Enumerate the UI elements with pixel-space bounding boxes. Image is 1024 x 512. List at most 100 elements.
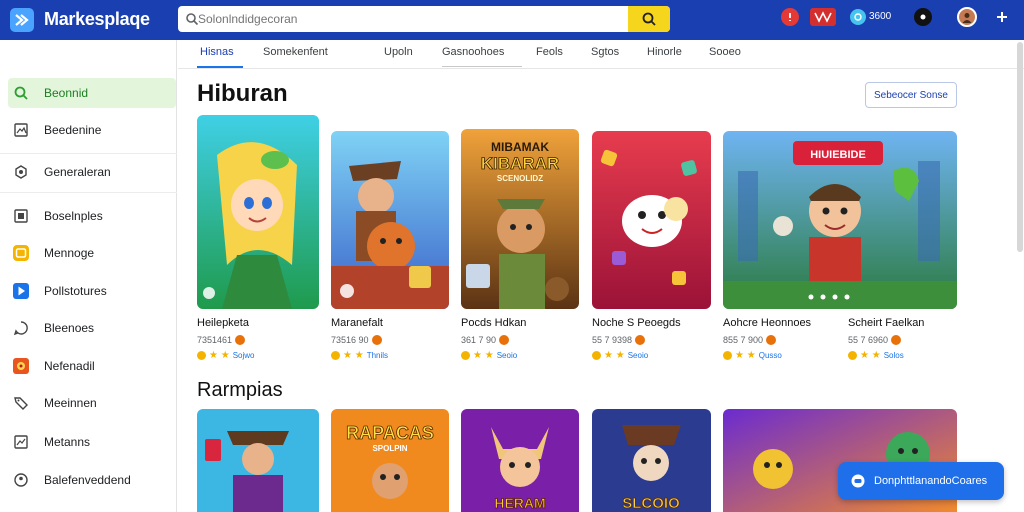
star-icon: ★ ★: [735, 350, 756, 361]
card-meta-text: 55 7 9398: [592, 335, 633, 345]
card-rating: ★ ★ Solos: [848, 350, 904, 361]
sidebar-item-label: Balefenveddend: [44, 473, 131, 487]
sidebar-item-pollstotures[interactable]: Pollstotures: [8, 276, 176, 306]
star-icon: ★ ★: [209, 350, 230, 361]
badge-icon: [371, 335, 382, 345]
coin-icon: [592, 351, 601, 360]
coin-icon: [723, 351, 732, 360]
sidebar-item-metanns[interactable]: Metanns: [8, 427, 176, 457]
sidebar-item-label: Beedenine: [44, 123, 102, 137]
more-icon[interactable]: [995, 8, 1009, 26]
coin-icon: [331, 351, 340, 360]
brand-badge-icon[interactable]: [810, 8, 836, 26]
card-title[interactable]: Aohcre Heonnoes: [723, 317, 811, 329]
search-input[interactable]: [198, 6, 598, 32]
sidebar-item-meeinnen[interactable]: Meeinnen: [8, 388, 176, 418]
controller-icon: [851, 474, 865, 488]
tab-hisnas[interactable]: Hisnas: [200, 46, 234, 58]
game-card-image[interactable]: HERAM: [461, 409, 579, 512]
rating-label: Qusso: [758, 351, 782, 360]
sidebar-item-mennoge[interactable]: Mennoge: [8, 238, 176, 268]
tab-gasnoohoes[interactable]: Gasnoohoes: [442, 46, 504, 58]
rating-label: Seoio: [627, 351, 649, 360]
see-all-button[interactable]: Sebeocer Sonse: [865, 82, 957, 108]
card-rating: ★ ★ Thnils: [331, 350, 388, 361]
card-title[interactable]: Noche S Peoegds: [592, 317, 681, 329]
game-card-image[interactable]: SLCOIO: [592, 409, 711, 512]
tab-sooeo[interactable]: Sooeo: [709, 46, 741, 58]
section-title-rarmpias: Rarmpias: [197, 379, 283, 401]
card-meta-text: 361 7 90: [461, 335, 497, 345]
card-meta-text: 55 7 6960: [848, 335, 889, 345]
card-rating: ★ ★ Qusso: [723, 350, 782, 361]
rating-label: Seoio: [496, 351, 518, 360]
sidebar-item-boselnples[interactable]: Boselnples: [8, 201, 176, 231]
card-meta: 361 7 90: [461, 335, 510, 345]
card-meta: 55 7 9398: [592, 335, 646, 345]
search-icon: [12, 84, 30, 102]
notification-icon[interactable]: [781, 8, 799, 26]
sidebar-item-nefenadil[interactable]: Nefenadil: [8, 351, 176, 381]
poster-text: KIBARAR: [481, 154, 559, 173]
tab-sgtos[interactable]: Sgtos: [591, 46, 619, 58]
sidebar-item-beonnid[interactable]: Beonnid: [8, 78, 176, 108]
card-title[interactable]: Maranefalt: [331, 317, 383, 329]
logo-icon[interactable]: [9, 7, 35, 33]
game-card-image[interactable]: [197, 115, 319, 309]
card-meta-text: 855 7 900: [723, 335, 764, 345]
rating-label: Thnils: [366, 351, 389, 360]
coin-icon: [848, 351, 857, 360]
sidebar-item-label: Mennoge: [44, 246, 95, 260]
coin-icon: [197, 351, 206, 360]
sidebar-item-beedenine[interactable]: Beedenine: [8, 115, 176, 145]
badge-icon: [635, 335, 646, 345]
category-tabs: Hisnas Somekenfent Upoln Gasnoohoes Feol…: [178, 40, 1024, 69]
badge-icon: [235, 335, 246, 345]
settings-icon[interactable]: [914, 8, 932, 26]
game-card-image[interactable]: [592, 131, 711, 309]
top-bar: Markesplaqe 3600: [0, 0, 1024, 40]
tab-hinorle[interactable]: Hinorle: [647, 46, 682, 58]
search-icon: [642, 12, 656, 26]
card-title[interactable]: Scheirt Faelkan: [848, 317, 924, 329]
coin-icon[interactable]: [850, 9, 866, 25]
avatar[interactable]: [957, 7, 977, 27]
sidebar-item-generaleran[interactable]: Generaleran: [8, 157, 176, 187]
sidebar: Beonnid Beedenine Generaleran Boselnples…: [0, 40, 177, 512]
sidebar-item-label: Meeinnen: [44, 396, 97, 410]
section-title-hiburan: Hiburan: [197, 80, 288, 107]
play-icon: [12, 282, 30, 300]
sidebar-item-label: Pollstotures: [44, 284, 107, 298]
search-small-icon: [186, 13, 199, 26]
search-bar: [178, 6, 670, 32]
sidebar-item-label: Bleenoes: [44, 321, 95, 335]
poster-text: MIBAMAK: [491, 140, 549, 154]
game-icon: [12, 357, 30, 375]
game-card-image[interactable]: [331, 131, 449, 309]
sidebar-item-label: Metanns: [44, 435, 91, 449]
game-card-image[interactable]: RAPACAS SPOLPIN: [331, 409, 449, 512]
coin-icon: [461, 351, 470, 360]
tab-feols[interactable]: Feols: [536, 46, 563, 58]
game-card-image[interactable]: [197, 409, 319, 512]
card-meta: 855 7 900: [723, 335, 777, 345]
card-meta: 7351461: [197, 335, 246, 345]
tag-icon: [12, 394, 30, 412]
card-title[interactable]: Pocds Hdkan: [461, 317, 526, 329]
game-card-image[interactable]: MIBAMAK KIBARAR SCENOLIDZ: [461, 129, 579, 309]
sidebar-item-bleenoes[interactable]: Bleenoes: [8, 313, 176, 343]
tab-somekenfent[interactable]: Somekenfent: [263, 46, 328, 58]
scrollbar[interactable]: [1017, 42, 1023, 252]
sidebar-item-label: Nefenadil: [44, 359, 95, 373]
banner-text: HIUIEBIDE: [810, 149, 866, 161]
star-icon: ★ ★: [343, 350, 364, 361]
sidebar-item-balefenveddend[interactable]: Balefenveddend: [8, 465, 176, 495]
tab-upoln[interactable]: Upoln: [384, 46, 413, 58]
floating-action-label: DonphttlanandoCoares: [874, 475, 988, 487]
game-card-image[interactable]: HIUIEBIDE: [723, 131, 957, 309]
search-button[interactable]: [628, 6, 670, 32]
card-title[interactable]: Heilepketa: [197, 317, 249, 329]
brand-name[interactable]: Markesplaqe: [44, 9, 150, 30]
badge-icon: [766, 335, 777, 345]
floating-action-button[interactable]: DonphttlanandoCoares: [838, 462, 1004, 500]
